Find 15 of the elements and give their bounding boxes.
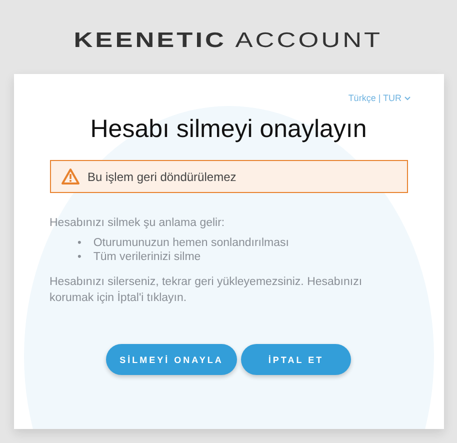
bullet-marker: • [78, 236, 82, 250]
bullet-marker: • [78, 250, 82, 264]
language-selector[interactable]: Türkçe | TUR [348, 93, 410, 103]
cancel-button[interactable]: İPTAL ET [241, 344, 351, 375]
warning-icon [60, 168, 80, 185]
consequence-item: Oturumunuzun hemen sonlandırılması [93, 236, 289, 250]
logo-brand: KEENETIC [74, 28, 227, 52]
logo-product: ACCOUNT [234, 28, 382, 52]
consequence-item: Tüm verilerinizi silme [93, 250, 201, 264]
page-title: Hesabı silmeyi onaylayın [89, 115, 368, 144]
confirm-button[interactable]: SİLMEYİ ONAYLA [106, 344, 237, 375]
intro-text: Hesabınızı silmek şu anlama gelir: [50, 217, 226, 229]
warning-text: Bu işlem geri döndürülemez [88, 170, 236, 184]
chevron-icon [404, 96, 410, 100]
note-text: Hesabınızı silerseniz, tekrar geri yükleyemezsiniz. Hesabınızı korumak için İptal'i tıklayın. [50, 275, 364, 306]
